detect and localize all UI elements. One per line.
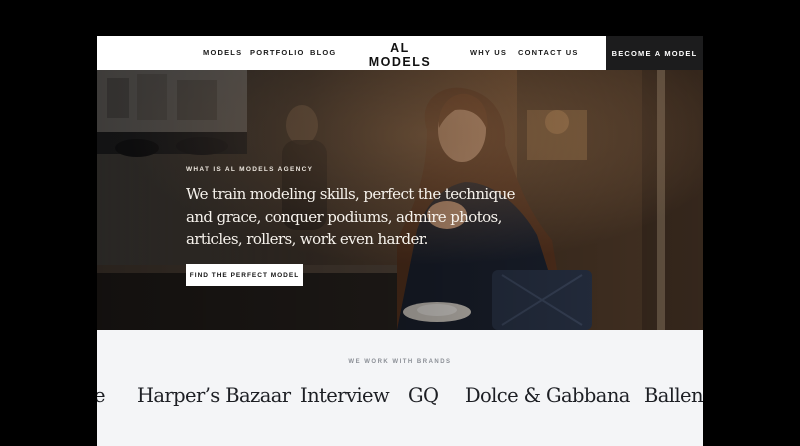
brand-logo-gq[interactable]: GQ	[408, 384, 439, 407]
nav-link-why-us[interactable]: WHY US	[470, 48, 507, 57]
brand-logo-vogue[interactable]: ue	[97, 384, 106, 407]
hero-kicker: WHAT IS AL MODELS AGENCY	[186, 166, 314, 173]
landing-page: MODELS PORTFOLIO BLOG AL MODELS NEW YORK…	[97, 36, 703, 446]
brand-logo-interview[interactable]: Interview	[300, 384, 390, 407]
brand-logo-harpers-bazaar[interactable]: Harper’s Bazaar	[137, 384, 291, 407]
become-a-model-button[interactable]: BECOME A MODEL	[606, 36, 703, 70]
nav-link-blog[interactable]: BLOG	[310, 48, 336, 57]
logo-wordmark: AL MODELS	[368, 41, 432, 69]
brand-logo-dolce-gabbana[interactable]: Dolce & Gabbana	[465, 384, 630, 407]
brand-logo-ballence[interactable]: Ballence	[644, 384, 703, 407]
nav-link-contact-us[interactable]: CONTACT US	[518, 48, 579, 57]
hero-section: WHAT IS AL MODELS AGENCY We train modeli…	[97, 70, 703, 330]
nav-link-models[interactable]: MODELS	[203, 48, 242, 57]
brands-label: WE WORK WITH BRANDS	[348, 359, 452, 365]
find-the-perfect-model-button[interactable]: FIND THE PERFECT MODEL	[186, 264, 303, 286]
site-header: MODELS PORTFOLIO BLOG AL MODELS NEW YORK…	[97, 36, 703, 76]
hero-headline: We train modeling skills, perfect the te…	[186, 185, 516, 248]
nav-link-portfolio[interactable]: PORTFOLIO	[250, 48, 305, 57]
